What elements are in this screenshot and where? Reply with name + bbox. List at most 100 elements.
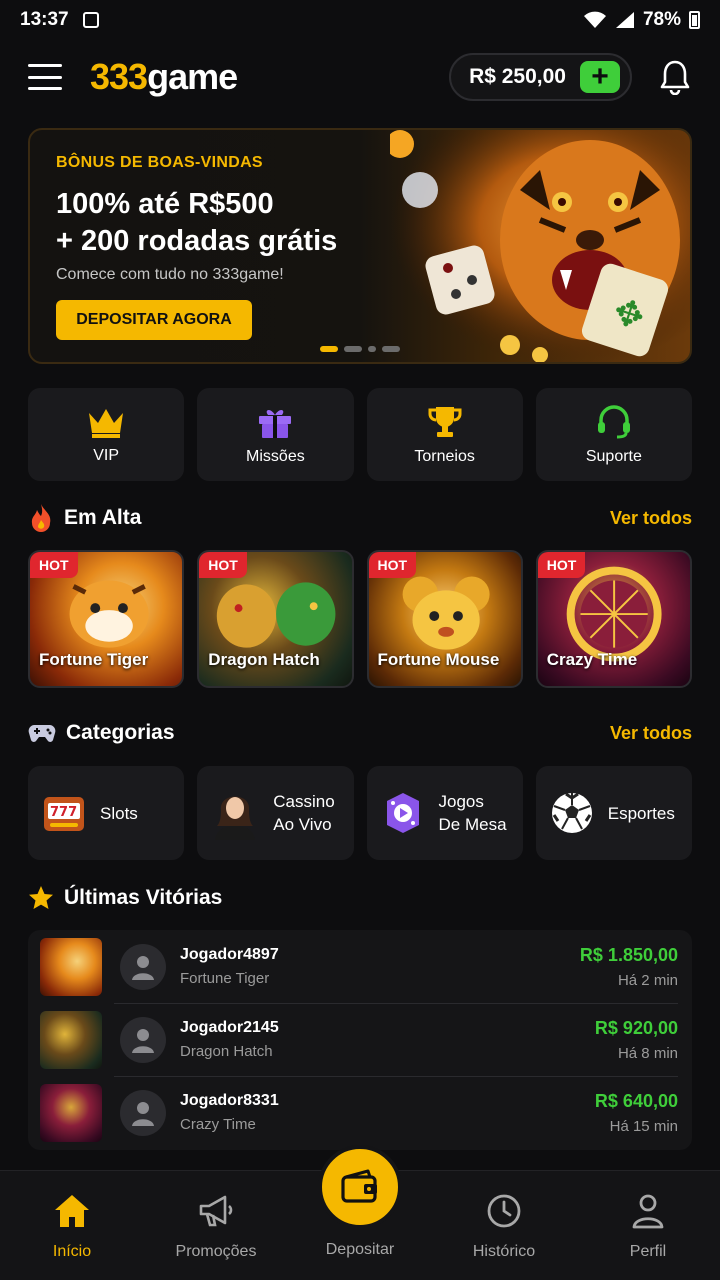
carousel-dot[interactable]: [320, 346, 338, 352]
nav-history[interactable]: Histórico: [432, 1171, 576, 1280]
status-bar: 13:37 78%: [0, 0, 720, 40]
user-icon: [628, 1191, 668, 1231]
win-amount: R$ 640,00: [594, 1090, 678, 1111]
win-amount: R$ 920,00: [594, 1017, 678, 1038]
categories-see-all-link[interactable]: Ver todos: [610, 723, 692, 744]
tiger-banner-illustration: ✥: [390, 130, 690, 362]
category-table-games[interactable]: Jogos De Mesa: [366, 766, 523, 860]
category-slots[interactable]: 777 Slots: [28, 766, 185, 860]
carousel-dots[interactable]: [320, 346, 400, 352]
player-name: Jogador8331: [180, 1092, 279, 1109]
nav-profile[interactable]: Perfil: [576, 1171, 720, 1280]
carousel-dot[interactable]: [368, 346, 376, 352]
user-silhouette-icon: [132, 955, 154, 980]
win-time-ago: Há 8 min: [617, 1044, 678, 1062]
trophy-icon: [428, 406, 462, 437]
quick-action-missions[interactable]: Missões: [197, 388, 354, 481]
win-time-ago: Há 15 min: [609, 1117, 678, 1135]
banner-headline: 100% até R$500 + 200 rodadas grátis: [56, 188, 338, 257]
promo-banner[interactable]: ✥ BÔNUS DE BOAS-VINDAS 100% até R$500 + …: [28, 128, 692, 364]
app-header: 333game R$ 250,00 +: [28, 52, 692, 102]
category-sports[interactable]: Esportes: [535, 766, 692, 860]
battery-percent: 78%: [642, 9, 681, 30]
bell-icon[interactable]: [658, 57, 692, 97]
app-logo[interactable]: 333game: [90, 56, 238, 98]
clock-icon: [484, 1191, 524, 1231]
hot-badge: HOT: [199, 552, 247, 578]
player-name: Jogador2145: [180, 1019, 279, 1036]
win-game-name: Fortune Tiger: [180, 970, 270, 987]
categories-row: 777 Slots Cassino Ao Vivo Jogos De Mesa …: [28, 766, 692, 860]
nav-promotions[interactable]: Promoções: [144, 1171, 288, 1280]
soccer-ball-icon: [551, 792, 592, 833]
win-game-name: Dragon Hatch: [180, 1043, 273, 1060]
svg-text:777: 777: [50, 805, 77, 820]
quick-action-vip[interactable]: VIP: [28, 388, 185, 481]
star-icon: [29, 886, 53, 909]
avatar: [120, 1089, 166, 1136]
game-card[interactable]: HOT Crazy Time: [535, 550, 692, 688]
notification-status-icon: [82, 12, 99, 28]
win-row[interactable]: Jogador2145 Dragon Hatch R$ 920,00 Há 8 …: [28, 1003, 692, 1076]
bottom-navigation: Início Promoções Depositar Histórico Per…: [0, 1145, 720, 1280]
player-name: Jogador4897: [180, 946, 279, 963]
game-thumbnail: [40, 1010, 102, 1069]
hot-title: Em Alta: [64, 506, 142, 529]
balance-amount: R$ 250,00: [469, 65, 566, 88]
quick-actions: VIP Missões Torneios Suporte: [28, 388, 692, 481]
wallet-icon: [341, 1169, 377, 1203]
game-thumbnail: [40, 1083, 102, 1142]
game-card[interactable]: HOT Fortune Mouse: [366, 550, 523, 688]
battery-icon: [689, 11, 700, 29]
wifi-icon: [583, 11, 606, 28]
megaphone-icon: [196, 1191, 236, 1231]
signal-icon: [615, 12, 634, 28]
gamepad-icon: [28, 725, 56, 742]
crown-icon: [89, 408, 124, 438]
wins-title: Últimas Vitórias: [64, 886, 223, 909]
user-silhouette-icon: [132, 1028, 154, 1053]
slot-machine-icon: 777: [44, 797, 84, 831]
live-dealer-icon: [215, 796, 256, 840]
game-name: Fortune Mouse: [377, 650, 500, 669]
game-card[interactable]: HOT Dragon Hatch: [197, 550, 354, 688]
status-time: 13:37: [20, 9, 69, 30]
hot-see-all-link[interactable]: Ver todos: [610, 508, 692, 529]
quick-action-tournaments[interactable]: Torneios: [366, 388, 523, 481]
categories-title: Categorias: [66, 721, 175, 744]
hot-badge: HOT: [368, 552, 417, 578]
win-row[interactable]: Jogador4897 Fortune Tiger R$ 1.850,00 Há…: [28, 930, 692, 1003]
hot-badge: HOT: [30, 552, 78, 578]
nav-deposit[interactable]: Depositar: [288, 1145, 432, 1280]
game-card[interactable]: HOT Fortune Tiger: [28, 550, 185, 688]
win-amount: R$ 1.850,00: [579, 944, 678, 965]
fire-icon: [31, 504, 51, 532]
banner-subtitle: Comece com tudo no 333game!: [56, 266, 284, 283]
win-row[interactable]: Jogador8331 Crazy Time R$ 640,00 Há 15 m…: [28, 1076, 692, 1149]
game-name: Dragon Hatch: [208, 650, 320, 669]
menu-icon[interactable]: [28, 64, 62, 90]
nav-home[interactable]: Início: [0, 1171, 144, 1280]
wins-section-header: Últimas Vitórias: [28, 882, 692, 914]
hot-section-header: Em Alta Ver todos: [28, 502, 692, 534]
avatar: [120, 1016, 166, 1063]
balance-pill[interactable]: R$ 250,00 +: [449, 53, 632, 101]
game-name: Fortune Tiger: [39, 650, 149, 669]
hot-badge: HOT: [537, 552, 586, 578]
deposit-now-button[interactable]: DEPOSITAR AGORA: [56, 300, 252, 340]
category-live-casino[interactable]: Cassino Ao Vivo: [197, 766, 354, 860]
add-funds-button[interactable]: +: [580, 61, 620, 93]
headset-icon: [597, 404, 630, 438]
quick-action-support[interactable]: Suporte: [535, 388, 692, 481]
game-thumbnail: [40, 937, 102, 996]
carousel-dot[interactable]: [344, 346, 362, 352]
status-right: 78%: [583, 9, 700, 31]
table-games-icon: [386, 793, 419, 833]
home-icon: [52, 1191, 92, 1231]
deposit-fab[interactable]: [318, 1145, 402, 1229]
banner-kicker: BÔNUS DE BOAS-VINDAS: [56, 154, 263, 171]
recent-wins-list: Jogador4897 Fortune Tiger R$ 1.850,00 Há…: [28, 930, 692, 1150]
hot-games-row: HOT Fortune Tiger HOT Dragon Hatch HOT F…: [28, 550, 692, 688]
game-name: Crazy Time: [546, 650, 638, 669]
carousel-dot[interactable]: [382, 346, 400, 352]
